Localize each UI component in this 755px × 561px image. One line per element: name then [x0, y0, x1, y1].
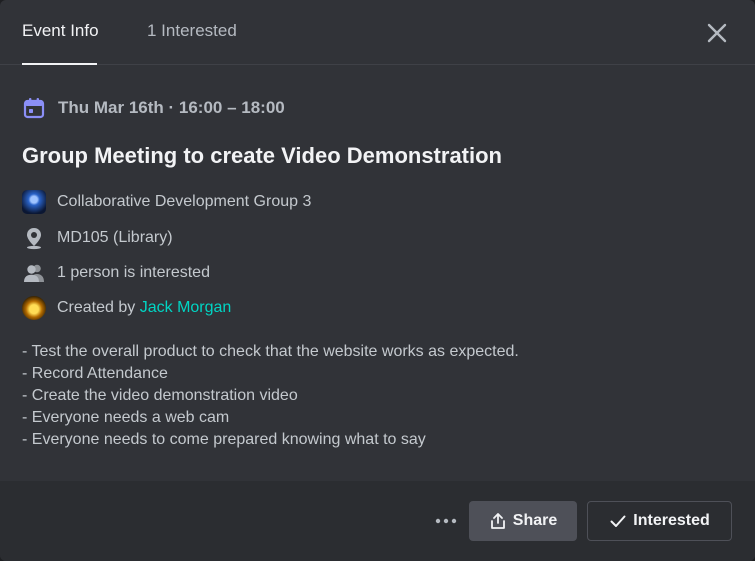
description-line: - Everyone needs a web cam	[22, 409, 230, 426]
event-location: MD105 (Library)	[57, 229, 173, 246]
share-button-label: Share	[512, 512, 558, 529]
event-details-modal: Event Info 1 Interested Thu Mar 16th · 1…	[0, 0, 755, 561]
location-pin-icon	[27, 228, 41, 250]
event-date-time: Thu Mar 16th · 16:00 – 18:00	[58, 98, 285, 117]
description-line: - Record Attendance	[22, 365, 168, 382]
event-title: Group Meeting to create Video Demonstrat…	[22, 143, 502, 168]
created-by-label: Created by	[57, 299, 140, 316]
checkmark-icon	[610, 515, 626, 527]
share-button[interactable]: Share	[469, 501, 577, 541]
active-tab-indicator	[22, 63, 97, 65]
more-dots-icon	[435, 518, 457, 524]
tab-interested[interactable]: 1 Interested	[147, 20, 237, 42]
event-description: - Test the overall product to check that…	[22, 341, 722, 451]
event-server-row: Collaborative Development Group 3	[22, 190, 311, 214]
created-by-text: Created by Jack Morgan	[57, 299, 231, 317]
event-date-row: Thu Mar 16th · 16:00 – 18:00	[22, 96, 285, 120]
interested-count: 1 person is interested	[57, 264, 210, 281]
server-icon	[22, 190, 46, 214]
event-creator-row: Created by Jack Morgan	[22, 296, 231, 320]
interested-button[interactable]: Interested	[587, 501, 732, 541]
event-location-row: MD105 (Library)	[22, 226, 173, 250]
more-options-button[interactable]	[432, 509, 460, 533]
interested-button-label: Interested	[633, 512, 710, 529]
creator-name-link[interactable]: Jack Morgan	[140, 299, 232, 316]
event-server-name: Collaborative Development Group 3	[57, 193, 312, 210]
people-icon	[24, 264, 44, 282]
modal-footer: Share Interested	[0, 481, 755, 561]
description-line: - Test the overall product to check that…	[22, 343, 519, 360]
close-button[interactable]	[702, 18, 732, 48]
close-icon	[707, 23, 727, 43]
avatar[interactable]	[22, 296, 46, 320]
calendar-icon	[23, 98, 45, 119]
description-line: - Everyone needs to come prepared knowin…	[22, 431, 426, 448]
description-line: - Create the video demonstration video	[22, 387, 298, 404]
event-interested-row: 1 person is interested	[22, 261, 210, 285]
tab-event-info[interactable]: Event Info	[22, 20, 99, 42]
modal-header: Event Info 1 Interested	[0, 0, 755, 65]
share-icon	[490, 513, 505, 529]
